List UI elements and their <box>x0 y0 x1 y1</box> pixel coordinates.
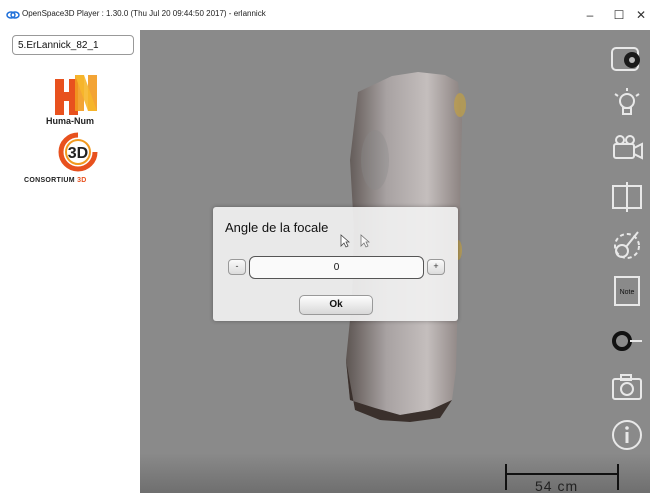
app-icon <box>6 11 20 19</box>
camera-view-button[interactable] <box>610 132 644 166</box>
huma-num-label: Huma-Num <box>46 116 95 126</box>
window-title: OpenSpace3D Player : 1.30.0 (Thu Jul 20 … <box>22 9 266 18</box>
logo-3d-text: 3D <box>68 145 88 162</box>
light-button[interactable] <box>610 86 644 120</box>
section-plane-button[interactable] <box>610 180 644 214</box>
mouse-cursor-shadow-icon <box>360 234 370 248</box>
info-icon <box>612 420 642 450</box>
rotate-icon <box>614 231 640 259</box>
consortium-label: CONSORTIUM 3D <box>24 177 87 184</box>
note-icon-label: Note <box>620 289 635 296</box>
rotate-button[interactable] <box>610 226 644 260</box>
settings-icon <box>611 47 640 71</box>
measure-button[interactable] <box>610 324 644 358</box>
consortium-3d-logo: 3D <box>58 132 98 172</box>
measure-tape-icon <box>612 331 642 351</box>
focal-angle-input[interactable]: 0 <box>249 256 424 279</box>
info-button[interactable] <box>610 418 644 452</box>
title-bar: OpenSpace3D Player : 1.30.0 (Thu Jul 20 … <box>0 0 650 30</box>
screenshot-icon <box>612 374 642 400</box>
dialog-title: Angle de la focale <box>225 220 329 235</box>
focal-angle-dialog: Angle de la focale - 0 + Ok <box>213 207 458 321</box>
sidebar: 5.ErLannick_82_1 Huma-Num 3D CONSORTIUM … <box>0 30 140 493</box>
scene-selector[interactable]: 5.ErLannick_82_1 <box>12 35 134 55</box>
increment-button[interactable]: + <box>427 259 445 275</box>
note-button[interactable]: Note <box>610 274 644 308</box>
settings-button[interactable] <box>610 42 644 76</box>
close-button[interactable]: ✕ <box>628 5 650 25</box>
mouse-cursor-icon <box>340 234 350 248</box>
ok-button[interactable]: Ok <box>299 295 373 315</box>
scale-label: 54 cm <box>535 478 579 493</box>
right-toolbar: Note <box>604 30 650 493</box>
minimize-button[interactable]: – <box>577 5 603 25</box>
huma-num-logo <box>55 75 97 115</box>
section-plane-icon <box>612 182 642 212</box>
decrement-button[interactable]: - <box>228 259 246 275</box>
screenshot-button[interactable] <box>610 370 644 404</box>
lightbulb-icon <box>614 88 640 115</box>
camera-icon <box>613 135 643 160</box>
note-icon: Note <box>614 276 640 306</box>
